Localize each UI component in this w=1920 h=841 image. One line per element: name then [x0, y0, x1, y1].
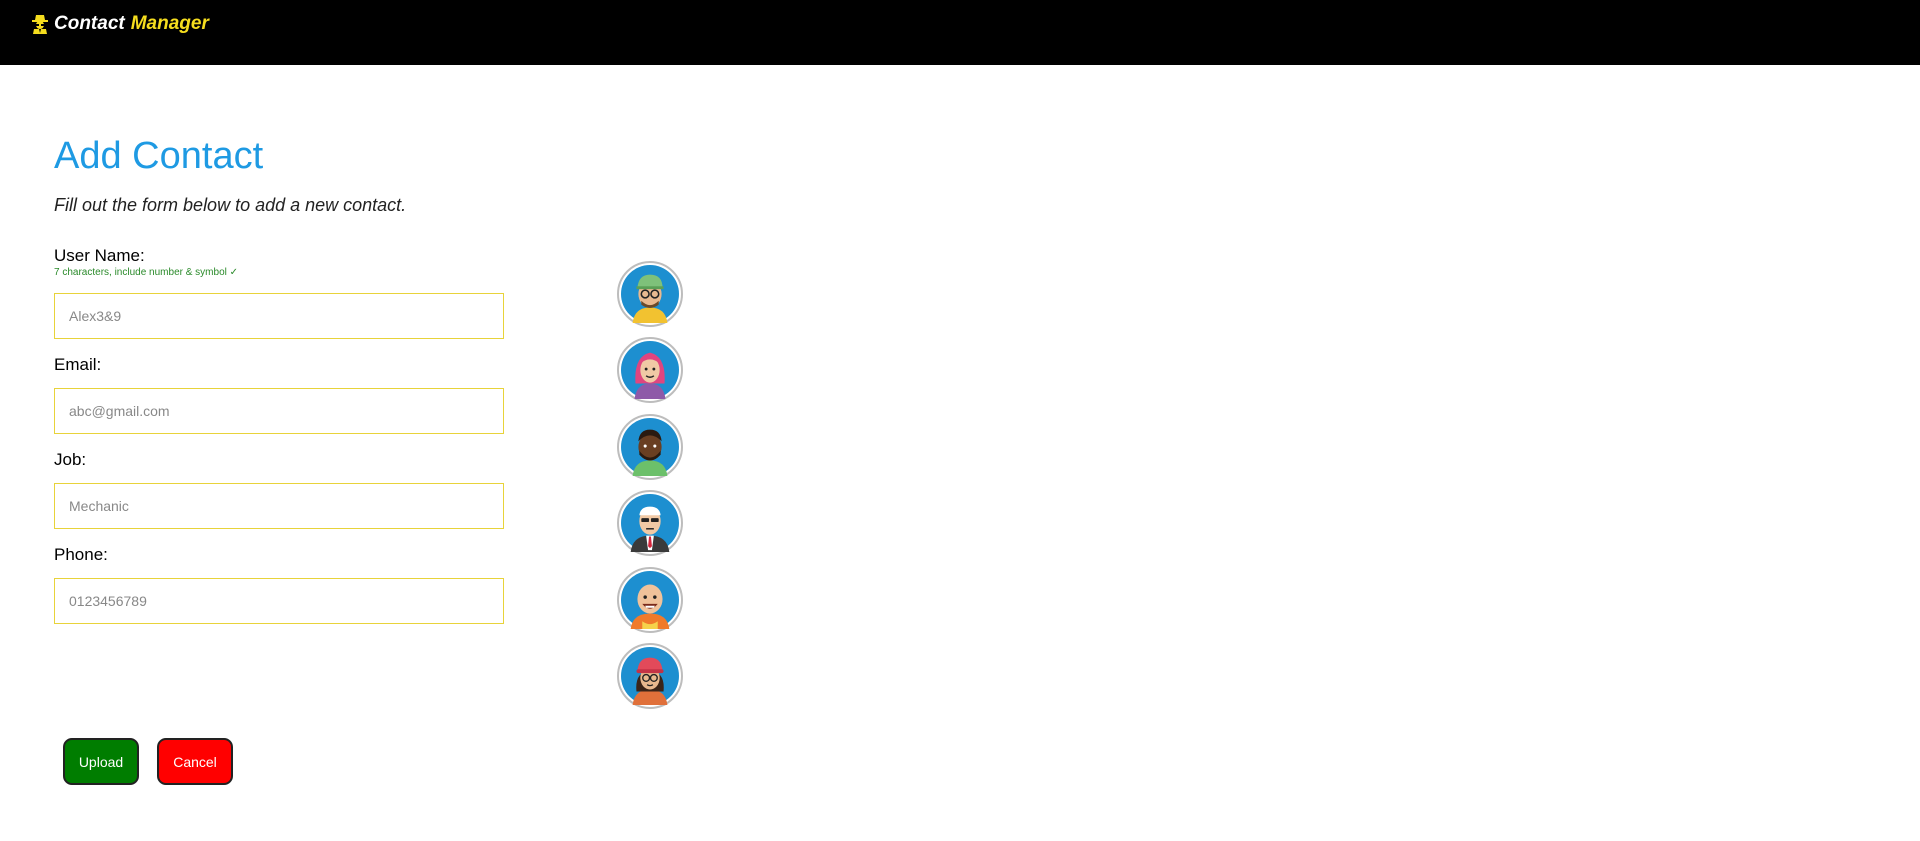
username-hint: 7 characters, include number & symbol ✓	[54, 267, 239, 278]
avatar-dark-beard-icon	[621, 418, 679, 476]
phone-input[interactable]	[54, 578, 504, 624]
top-navbar: Contact Manager	[0, 0, 1920, 65]
page-title: Add Contact	[54, 135, 264, 177]
job-input[interactable]	[54, 483, 504, 529]
avatar-option-2[interactable]	[617, 337, 683, 403]
email-input[interactable]	[54, 388, 504, 434]
avatar-pink-hair-icon	[621, 341, 679, 399]
username-label: User Name:	[54, 246, 145, 265]
job-label: Job:	[54, 450, 87, 469]
upload-button[interactable]: Upload	[63, 738, 139, 785]
app-brand[interactable]: Contact Manager	[31, 12, 209, 36]
brand-name-contact: Contact	[54, 13, 125, 34]
avatar-bald-smile-icon	[621, 571, 679, 629]
avatar-green-cap-glasses-icon	[621, 265, 679, 323]
username-input[interactable]	[54, 293, 504, 339]
brand-name-manager: Manager	[130, 13, 209, 34]
avatar-option-5[interactable]	[617, 567, 683, 633]
avatar-option-3[interactable]	[617, 414, 683, 480]
spy-icon	[32, 15, 48, 34]
avatar-option-6[interactable]	[617, 643, 683, 709]
avatar-option-4[interactable]	[617, 490, 683, 556]
avatar-suit-sunglasses-icon	[621, 494, 679, 552]
email-label: Email:	[54, 355, 102, 374]
avatar-option-1[interactable]	[617, 261, 683, 327]
cancel-button[interactable]: Cancel	[157, 738, 233, 785]
avatar-red-beanie-icon	[621, 647, 679, 705]
page-subtitle: Fill out the form below to add a new con…	[54, 195, 407, 215]
phone-label: Phone:	[54, 545, 108, 564]
